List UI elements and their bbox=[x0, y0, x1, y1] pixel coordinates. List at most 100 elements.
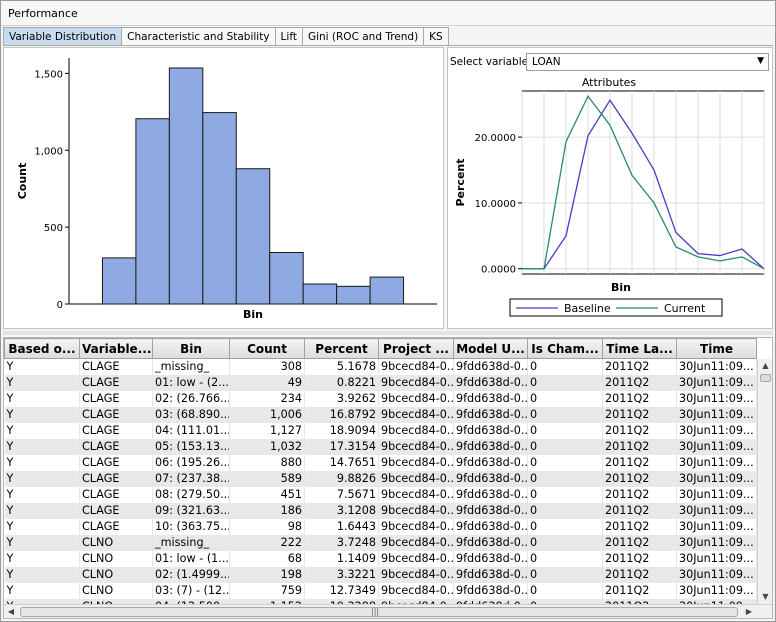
table-row[interactable]: Y CLAGE 07: (237.38... 589 9.8826 9bcecd84-0.… bbox=[4, 470, 757, 487]
table-cell: Y bbox=[4, 374, 80, 391]
table-cell: 3.3221 bbox=[304, 566, 379, 583]
chart-title: Attributes bbox=[582, 76, 637, 89]
tab-gini[interactable]: Gini (ROC and Trend) bbox=[302, 27, 425, 46]
table-cell: 9bcecd84-0... bbox=[378, 518, 454, 535]
table-cell: 9bcecd84-0... bbox=[378, 534, 454, 551]
table-cell: 30Jun11:09... bbox=[676, 486, 757, 503]
table-cell: 49 bbox=[229, 374, 305, 391]
table-cell: 0.8221 bbox=[304, 374, 379, 391]
table-cell: 30Jun11:09... bbox=[676, 502, 757, 519]
scroll-down-icon[interactable]: ▼ bbox=[758, 590, 772, 604]
column-header[interactable]: Time bbox=[676, 338, 757, 359]
variable-select[interactable]: LOAN ▼ bbox=[526, 53, 769, 71]
table-cell: 9bcecd84-0... bbox=[378, 438, 454, 455]
table-cell: 9fdd638d-0... bbox=[453, 454, 528, 471]
histogram-bar bbox=[202, 112, 237, 305]
table-cell: 9bcecd84-0... bbox=[378, 390, 454, 407]
histogram-bar bbox=[101, 257, 137, 305]
horizontal-scrollbar[interactable]: ◀ ||| ▶ bbox=[4, 604, 772, 618]
attributes-line-chart: Attributes 0.0000 10.0000 20.0000 Bin Percent… bbox=[454, 76, 765, 317]
table-cell: 759 bbox=[229, 582, 305, 599]
table-row[interactable]: Y CLNO 03: (7) - (12... 759 12.7349 9bcecd84-… bbox=[4, 582, 757, 599]
table-cell: 9.8826 bbox=[304, 470, 379, 487]
grip-icon: ||| bbox=[371, 607, 380, 616]
horizontal-scroll-thumb[interactable]: ||| bbox=[20, 607, 738, 617]
table-cell: 0 bbox=[527, 406, 603, 423]
table-row[interactable]: Y CLAGE 05: (153.13... 1,032 17.3154 9bcecd84… bbox=[4, 438, 757, 455]
table-cell: 9fdd638d-0... bbox=[453, 470, 528, 487]
column-header[interactable]: Count bbox=[229, 338, 305, 359]
column-header[interactable]: Project ... bbox=[378, 338, 454, 359]
table-cell: Y bbox=[4, 534, 80, 551]
column-header[interactable]: Model U... bbox=[453, 338, 528, 359]
x-axis-label: Bin bbox=[611, 281, 631, 294]
vertical-scroll-thumb[interactable] bbox=[760, 374, 771, 382]
table-row[interactable]: Y CLAGE 09: (321.63... 186 3.1208 9bcecd84-0.… bbox=[4, 502, 757, 519]
table-row[interactable]: Y CLAGE 03: (68.890... 1,006 16.8792 9bcecd84… bbox=[4, 406, 757, 423]
table-cell: 0 bbox=[527, 358, 603, 375]
table-cell: 0 bbox=[527, 518, 603, 535]
table-cell: 30Jun11:09... bbox=[676, 390, 757, 407]
y-tick-label: 500 bbox=[44, 223, 63, 234]
table-cell: _missing_ bbox=[152, 358, 230, 375]
table-cell: 9fdd638d-0... bbox=[453, 486, 528, 503]
table-cell: 9fdd638d-0... bbox=[453, 550, 528, 567]
column-header[interactable]: Bin bbox=[152, 338, 230, 359]
table-cell: 30Jun11:09... bbox=[676, 534, 757, 551]
table-cell: 06: (195.26... bbox=[152, 454, 230, 471]
histogram-bar bbox=[269, 251, 304, 305]
column-header[interactable]: Percent bbox=[304, 338, 379, 359]
table-row[interactable]: Y CLAGE 04: (111.01... 1,127 18.9094 9bcecd84… bbox=[4, 422, 757, 439]
scroll-right-icon[interactable]: ▶ bbox=[742, 605, 756, 618]
column-header[interactable]: Based o... bbox=[4, 338, 80, 359]
table-cell: 02: (26.766... bbox=[152, 390, 230, 407]
table-cell: 0 bbox=[527, 374, 603, 391]
table-row[interactable]: Y CLNO 01: low - (1... 68 1.1409 9bcecd84-0..… bbox=[4, 550, 757, 567]
table-row[interactable]: Y CLAGE 08: (279.50... 451 7.5671 9bcecd84-0.… bbox=[4, 486, 757, 503]
tab-variable-distribution[interactable]: Variable Distribution bbox=[3, 27, 123, 46]
column-header[interactable]: Is Cham... bbox=[527, 338, 603, 359]
scroll-left-icon[interactable]: ◀ bbox=[4, 605, 18, 618]
table-cell: 09: (321.63... bbox=[152, 502, 230, 519]
table-cell: 0 bbox=[527, 502, 603, 519]
y-axis-label: Percent bbox=[454, 158, 467, 206]
table-cell: 30Jun11:09... bbox=[676, 566, 757, 583]
table-row[interactable]: Y CLAGE 01: low - (2... 49 0.8221 9bcecd84-0.… bbox=[4, 374, 757, 391]
column-header[interactable]: Time La... bbox=[602, 338, 677, 359]
tab-characteristic-stability[interactable]: Characteristic and Stability bbox=[122, 27, 276, 46]
table-cell: 0 bbox=[527, 486, 603, 503]
table-cell: 2011Q2 bbox=[602, 374, 677, 391]
pane-splitter[interactable] bbox=[3, 331, 773, 335]
table-cell: 0 bbox=[527, 390, 603, 407]
tab-lift[interactable]: Lift bbox=[275, 27, 303, 46]
table-row[interactable]: Y CLAGE 10: (363.75... 98 1.6443 9bcecd84-0..… bbox=[4, 518, 757, 535]
y-tick-label: 0.0000 bbox=[481, 265, 516, 276]
table-cell: 234 bbox=[229, 390, 305, 407]
tab-divider bbox=[3, 45, 773, 46]
table-cell: 2011Q2 bbox=[602, 486, 677, 503]
table-cell: 9fdd638d-0... bbox=[453, 582, 528, 599]
table-cell: 2011Q2 bbox=[602, 582, 677, 599]
tab-ks[interactable]: KS bbox=[424, 27, 449, 46]
table-cell: 9fdd638d-0... bbox=[453, 390, 528, 407]
count-histogram-chart: 0 500 1,000 1,500 Bin Count bbox=[16, 58, 437, 321]
table-row[interactable]: Y CLNO _missing_ 222 3.7248 9bcecd84-0... 9fdd… bbox=[4, 534, 757, 551]
histogram-bar bbox=[235, 168, 271, 305]
table-row[interactable]: Y CLAGE 02: (26.766... 234 3.9262 9bcecd84-0.… bbox=[4, 390, 757, 407]
table-cell: 186 bbox=[229, 502, 305, 519]
table-cell: 9fdd638d-0... bbox=[453, 374, 528, 391]
table-cell: 2011Q2 bbox=[602, 566, 677, 583]
table-cell: 451 bbox=[229, 486, 305, 503]
table-row[interactable]: Y CLAGE 06: (195.26... 880 14.7651 9bcecd84-0… bbox=[4, 454, 757, 471]
x-axis-label: Bin bbox=[243, 308, 263, 321]
table-row[interactable]: Y CLNO 02: (1.4999... 198 3.3221 9bcecd84-0..… bbox=[4, 566, 757, 583]
vertical-scrollbar[interactable]: ▲ ▼ bbox=[757, 359, 772, 604]
table-cell: 9bcecd84-0... bbox=[378, 550, 454, 567]
table-cell: 2011Q2 bbox=[602, 550, 677, 567]
table-cell: 1.6443 bbox=[304, 518, 379, 535]
table-cell: 589 bbox=[229, 470, 305, 487]
table-row[interactable]: Y CLAGE _missing_ 308 5.1678 9bcecd84-0... 9fd… bbox=[4, 358, 757, 375]
chevron-down-icon[interactable]: ▼ bbox=[757, 56, 764, 66]
column-header[interactable]: Variable... bbox=[79, 338, 153, 359]
scroll-up-icon[interactable]: ▲ bbox=[758, 359, 772, 373]
